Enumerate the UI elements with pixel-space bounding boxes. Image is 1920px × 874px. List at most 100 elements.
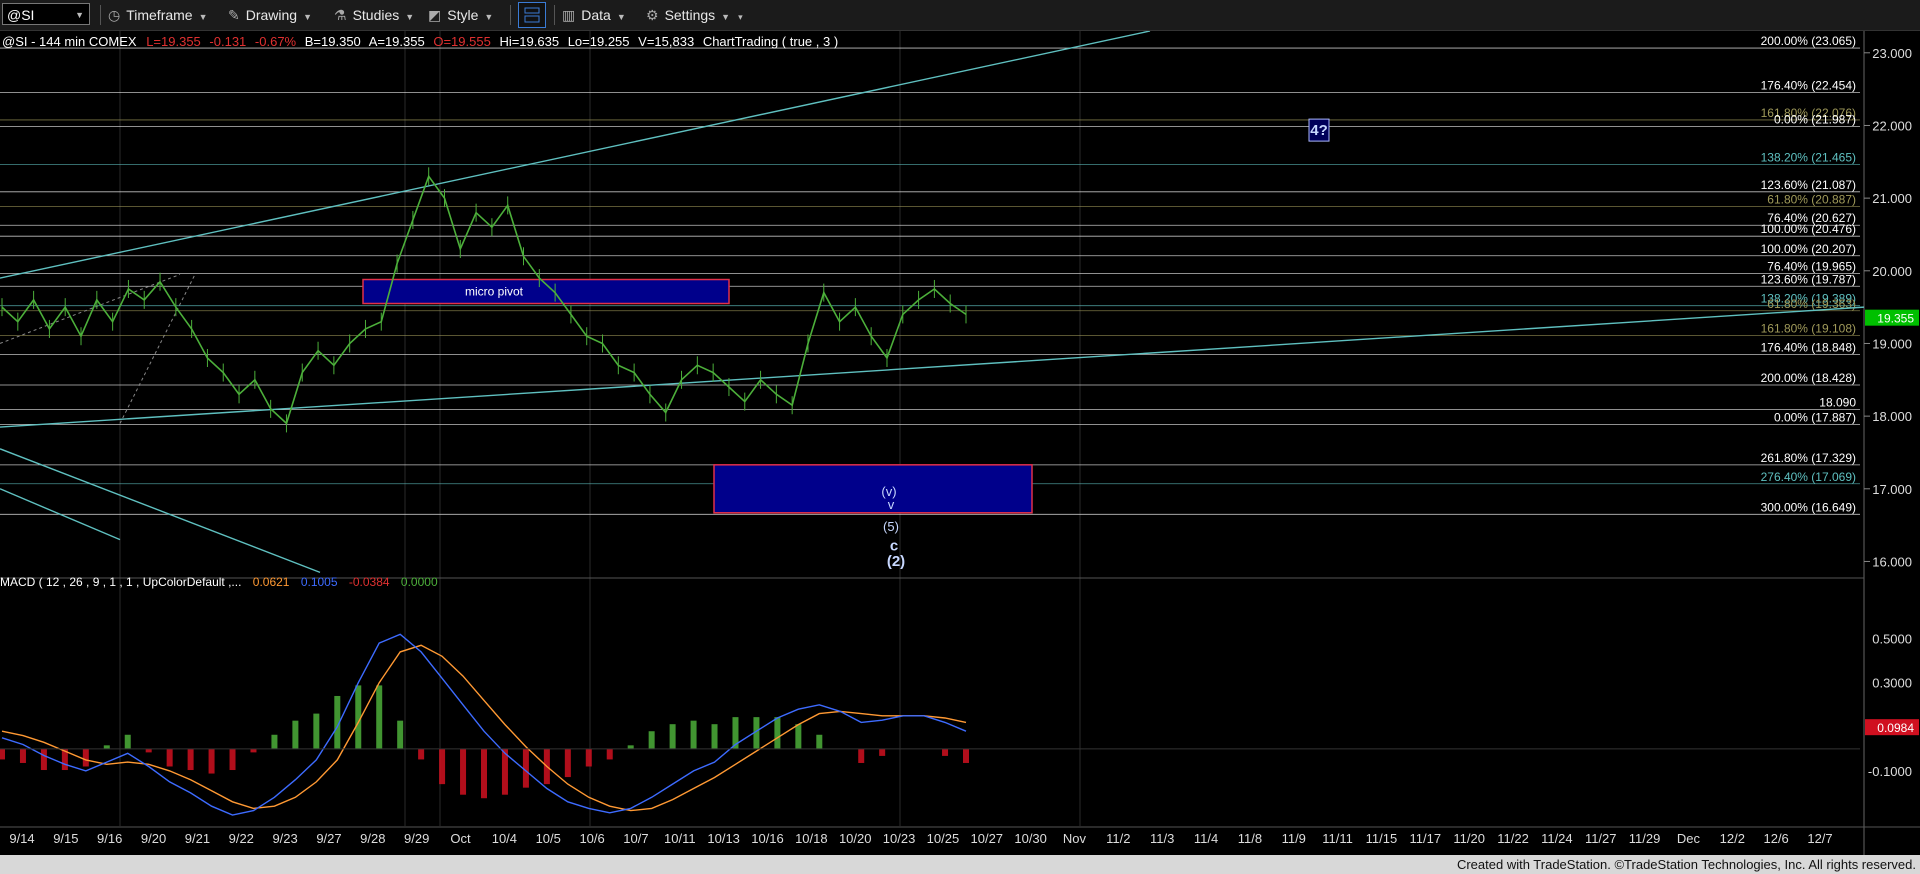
toolbar-divider [554, 5, 555, 25]
time-tick-label: 11/24 [1541, 831, 1573, 846]
price-tick-label: 18.000 [1872, 409, 1912, 424]
chevron-down-icon: ▼ [616, 12, 626, 22]
fib-label: 276.40% (17.069) [1761, 470, 1856, 484]
time-tick-label: 11/22 [1497, 831, 1529, 846]
time-tick-label: 10/25 [927, 831, 960, 846]
macd-histogram-bar [774, 717, 781, 749]
macd-histogram-bar [564, 748, 571, 778]
layout-toggle-button[interactable] [518, 2, 546, 28]
header-change: -0.131 [209, 34, 246, 49]
fib-label: 200.00% (23.065) [1761, 34, 1856, 48]
chevron-down-icon: ▼ [721, 12, 731, 22]
time-tick-label: 11/29 [1629, 831, 1661, 846]
time-tick-label: 9/22 [229, 831, 254, 846]
time-tick-label: 9/23 [272, 831, 297, 846]
macd-histogram-bar [795, 724, 802, 749]
fib-label: 123.60% (19.787) [1761, 272, 1856, 286]
price-tick-label: 23.000 [1872, 46, 1912, 61]
fib-label: 100.00% (20.476) [1761, 222, 1856, 236]
settings-menu[interactable]: ⚙ Settings ▼ ▾ [646, 4, 743, 26]
macd-histogram-bar [481, 748, 487, 799]
macd-histogram-bar [606, 748, 613, 760]
macd-label: MACD ( 12 , 26 , 9 , 1 , 1 , UpColorDefa… [0, 575, 241, 589]
macd-histogram-bar [166, 748, 173, 767]
time-tick-label: 11/11 [1322, 831, 1353, 846]
macd-histogram-bar [963, 748, 969, 763]
price-chart[interactable]: 200.00% (23.065) 176.40% (22.454) 161.80% … [0, 31, 1920, 855]
layout-icon [524, 7, 540, 23]
price-tick-label: 16.000 [1872, 554, 1912, 569]
studies-menu[interactable]: ⚗ Studies ▼ [334, 4, 414, 26]
header-last: L=19.355 [146, 34, 201, 49]
macd-tick-label: 0.5000 [1872, 632, 1912, 647]
macd-histogram-bar [418, 748, 425, 760]
time-tick-label: 10/23 [883, 831, 916, 846]
header-study: ChartTrading ( true , 3 ) [703, 34, 838, 49]
symbol-selector[interactable]: @SI ▼ [2, 3, 90, 25]
data-menu[interactable]: ▥ Data ▼ [562, 4, 626, 26]
time-tick-label: 9/29 [404, 831, 429, 846]
macd-histogram-bar [292, 720, 299, 749]
wave-label: (5) [883, 519, 899, 534]
time-tick-label: 12/7 [1807, 831, 1832, 846]
drawing-label: Drawing [245, 7, 298, 23]
time-tick-label: 10/16 [751, 831, 784, 846]
fib-label: 176.40% (18.848) [1761, 341, 1856, 355]
chevron-down-icon: ▼ [198, 12, 208, 22]
time-tick-label: 11/3 [1150, 831, 1174, 846]
fib-label: 123.60% (21.087) [1761, 178, 1856, 192]
macd-histogram-bar [19, 748, 26, 763]
flask-icon: ⚗ [334, 7, 347, 23]
style-icon: ◩ [428, 7, 442, 23]
macd-histogram-bar [439, 748, 446, 785]
time-tick-label: 10/11 [664, 831, 696, 846]
micro-pivot-box [362, 278, 730, 305]
time-tick-label: 11/17 [1410, 831, 1442, 846]
macd-histogram-bar [229, 748, 236, 771]
macd-histogram-bar [585, 748, 592, 767]
macd-header: MACD ( 12 , 26 , 9 , 1 , 1 , UpColorDefa… [0, 575, 438, 589]
style-menu[interactable]: ◩ Style ▼ [428, 4, 493, 26]
time-tick-label: 10/20 [839, 831, 872, 846]
chevron-down-icon: ▼ [484, 12, 494, 22]
macd-histogram-bar [711, 724, 718, 749]
last-price-label: 19.355 [1877, 312, 1914, 326]
toolbar-divider [510, 5, 511, 25]
studies-label: Studies [352, 7, 400, 23]
macd-histogram-bar [816, 734, 823, 749]
wave-label: 4? [1310, 122, 1328, 139]
macd-histogram-bar [858, 748, 865, 763]
macd-histogram-bar [879, 748, 886, 756]
macd-histogram-bar [82, 748, 89, 767]
fib-label: 176.40% (22.454) [1761, 78, 1856, 92]
price-tick-label: 17.000 [1872, 482, 1912, 497]
chevron-down-icon: ▼ [75, 10, 84, 20]
time-tick-label: 11/2 [1106, 831, 1130, 846]
time-tick-label: 10/7 [623, 831, 648, 846]
target-box [713, 464, 1033, 514]
micro-pivot-label: micro pivot [465, 285, 524, 299]
fib-label: 76.40% (19.965) [1767, 259, 1856, 273]
chevron-down-icon: ▾ [738, 12, 743, 22]
header-open: O=19.555 [433, 34, 490, 49]
macd-histogram-bar [187, 748, 194, 771]
time-tick-label: 9/16 [97, 831, 122, 846]
price-tick-label: 21.000 [1872, 191, 1912, 206]
header-symbol: @SI - 144 min COMEX [2, 34, 137, 49]
time-tick-label: Oct [450, 831, 471, 846]
drawing-menu[interactable]: ✎ Drawing ▼ [228, 4, 312, 26]
data-label: Data [581, 7, 611, 23]
chevron-down-icon: ▼ [303, 12, 313, 22]
macd-histogram-bar [40, 748, 47, 771]
macd-tick-label: -0.1000 [1868, 764, 1912, 779]
toolbar-divider [100, 5, 101, 25]
macd-zero-value: 0.0000 [401, 575, 438, 589]
time-tick-label: 10/5 [536, 831, 561, 846]
macd-signal-value: 0.1005 [301, 575, 338, 589]
header-change-pct: -0.67% [255, 34, 297, 49]
chevron-down-icon: ▼ [405, 12, 415, 22]
time-tick-label: 12/2 [1720, 831, 1745, 846]
time-tick-label: Nov [1063, 831, 1087, 846]
timeframe-menu[interactable]: ◷ Timeframe ▼ [108, 4, 208, 26]
price-tick-label: 22.000 [1872, 118, 1912, 133]
